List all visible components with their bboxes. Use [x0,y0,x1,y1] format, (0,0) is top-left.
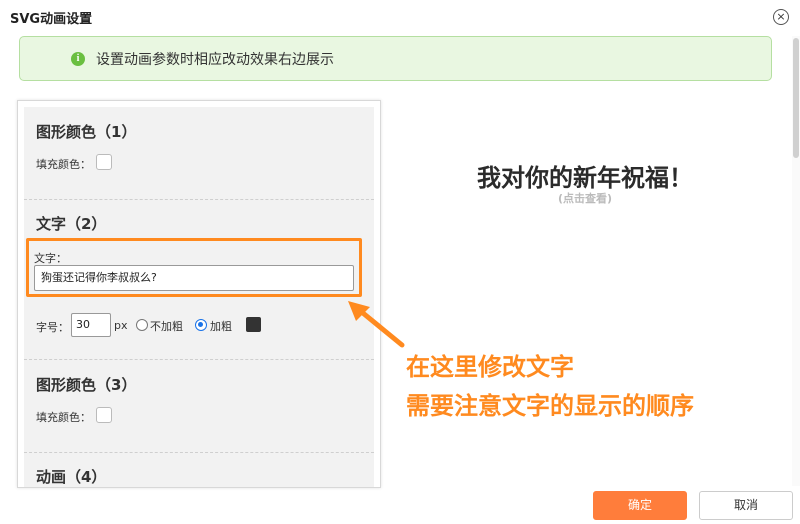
font-size-unit: px [114,319,128,332]
font-size-label: 字号： [36,321,69,334]
annotation-line-1: 在这里修改文字 [406,353,574,381]
alert-text: 设置动画参数时相应改动效果右边展示 [96,51,334,68]
scrollbar-thumb[interactable] [793,38,799,158]
radio-bold[interactable] [195,319,207,331]
section-divider [24,452,374,453]
annotation-line-2: 需要注意文字的显示的顺序 [406,392,694,420]
section-title-shape-color-1: 图形颜色（1） [36,123,137,141]
cancel-button[interactable]: 取消 [699,491,793,520]
text-highlight-box [26,238,362,297]
info-icon: i [71,51,85,66]
preview-hint[interactable]: (点击查看) [380,190,790,206]
section-divider [24,359,374,360]
fill-color-label-3: 填充颜色： [36,411,91,424]
font-size-input[interactable]: 30 [71,313,111,337]
section-title-text: 文字（2） [36,215,107,233]
radio-not-bold-label: 不加粗 [150,320,183,333]
fill-color-picker-1[interactable] [96,154,112,170]
text-color-picker[interactable] [246,317,261,332]
settings-panel-scroll[interactable]: 图形颜色（1） 填充颜色： 文字（2） 文字： 狗蛋还记得你李叔叔么? 字号： … [24,107,374,487]
fill-color-label-1: 填充颜色： [36,158,91,171]
close-icon[interactable]: × [773,9,789,25]
section-divider [24,199,374,200]
section-title-shape-color-3: 图形颜色（3） [36,376,137,394]
annotation-arrow-icon [348,301,405,348]
radio-not-bold[interactable] [136,319,148,331]
preview-title[interactable]: 我对你的新年祝福！ [380,158,790,193]
confirm-button[interactable]: 确定 [593,491,687,520]
dialog-title: SVG动画设置 [10,12,93,27]
fill-color-picker-3[interactable] [96,407,112,423]
section-title-animation: 动画（4） [36,468,107,486]
info-alert: i 设置动画参数时相应改动效果右边展示 [19,36,772,81]
radio-bold-label: 加粗 [210,320,232,333]
